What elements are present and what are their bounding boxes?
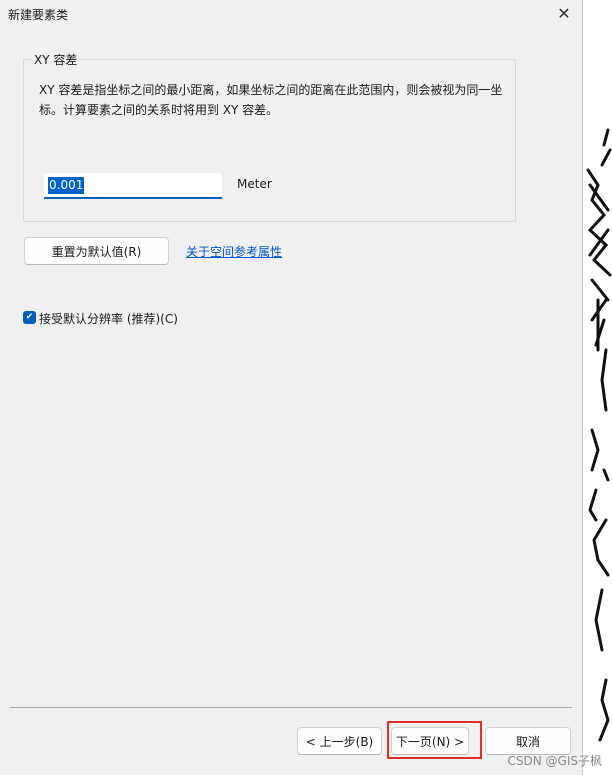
cancel-button[interactable]: 取消: [485, 727, 571, 755]
xy-tolerance-input[interactable]: [44, 173, 222, 199]
reset-default-button[interactable]: 重置为默认值(R): [24, 237, 169, 265]
next-button[interactable]: 下一页(N) >: [391, 727, 469, 755]
new-feature-class-dialog: 新建要素类 ✕ XY 容差 XY 容差是指坐标之间的最小距离，如果坐标之间的距离…: [0, 0, 583, 775]
footer-separator: [10, 707, 572, 708]
accept-default-label[interactable]: 接受默认分辨率 (推荐)(C): [39, 310, 178, 327]
spatial-reference-link[interactable]: 关于空间参考属性: [186, 243, 282, 260]
back-button[interactable]: < 上一步(B): [297, 727, 382, 755]
xy-tolerance-group: XY 容差 XY 容差是指坐标之间的最小距离，如果坐标之间的距离在此范围内，则会…: [23, 51, 516, 222]
drawing-strokes-icon: [586, 128, 612, 742]
background-drawing: [584, 0, 612, 775]
dialog-title: 新建要素类: [8, 8, 69, 22]
watermark: CSDN @GIS子枫: [507, 754, 602, 768]
group-title: XY 容差: [31, 51, 81, 68]
accept-default-checkbox[interactable]: ✔: [23, 311, 36, 324]
close-icon[interactable]: ✕: [551, 3, 577, 23]
unit-label: Meter: [237, 177, 272, 191]
tolerance-description: XY 容差是指坐标之间的最小距离，如果坐标之间的距离在此范围内，则会被视为同一坐…: [39, 83, 503, 117]
title-bar: 新建要素类 ✕: [0, 0, 583, 28]
